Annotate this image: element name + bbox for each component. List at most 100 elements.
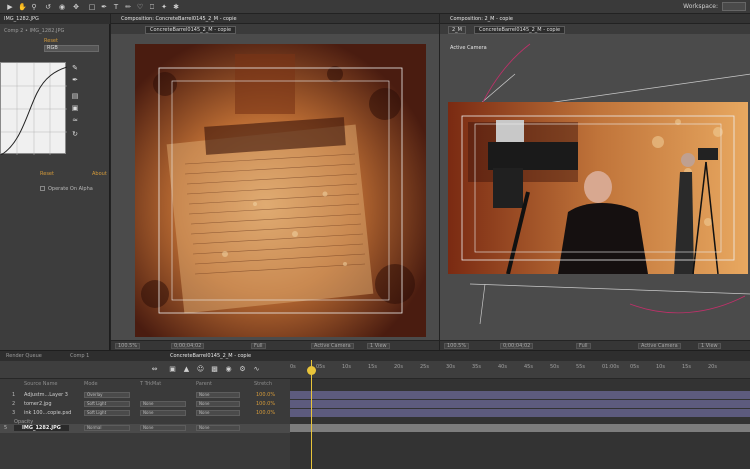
frame-blending-icon[interactable]: ▩ [210, 365, 219, 374]
operate-on-alpha-row[interactable]: Operate On Alpha [40, 186, 93, 192]
save-icon[interactable]: ▣ [70, 104, 80, 113]
pan-behind-icon[interactable]: ✥ [72, 3, 80, 11]
resolution-dropdown[interactable]: Full [251, 343, 266, 349]
layer-row[interactable]: 1 Adjustm...Layer 3 Overlay None 100.0% [0, 391, 290, 400]
ruler-tick: 50s [550, 364, 559, 370]
effect-controls-tab[interactable]: IMG_1282.JPG [4, 16, 39, 22]
layer-name[interactable]: tomer2.jpg [24, 401, 52, 407]
column-source-name[interactable]: Source Name [24, 381, 58, 387]
pen-icon[interactable]: ✒ [100, 3, 108, 11]
column-trkmat[interactable]: T TrkMat [140, 381, 161, 387]
workspace-dropdown[interactable] [722, 2, 746, 11]
zoom-icon[interactable]: ⚲ [30, 3, 38, 11]
current-time-handle[interactable] [307, 366, 316, 375]
column-stretch[interactable]: Stretch [254, 381, 272, 387]
operate-on-alpha-checkbox[interactable] [40, 186, 45, 191]
3d-view-dropdown[interactable]: Active Camera [311, 343, 354, 349]
layer-trkmat-dropdown[interactable]: None [140, 401, 186, 407]
ruler-tick: 20s [708, 364, 717, 370]
layer-name[interactable]: ink 100...copie.psd [24, 410, 71, 416]
motion-blur-icon[interactable]: ◉ [224, 365, 233, 374]
layer-row[interactable]: 3 ink 100...copie.psd Soft Light None No… [0, 409, 290, 418]
layer-trkmat-dropdown[interactable]: None [140, 425, 186, 431]
layer-mode-dropdown[interactable]: Overlay [84, 392, 130, 398]
layer-trkmat-dropdown[interactable]: None [140, 410, 186, 416]
text-icon[interactable]: T [112, 3, 120, 11]
layer-duration-bar[interactable] [290, 409, 750, 417]
brainstorm-icon[interactable]: ⚙ [238, 365, 247, 374]
viewer-right-statusbar: 100.5% 0;00;04;02 Full Active Camera 1 V… [440, 340, 750, 350]
current-time-indicator[interactable] [311, 360, 312, 469]
viewer-left-statusbar: 100.5% 0;00;04;02 Full Active Camera 1 V… [111, 340, 439, 350]
roto-icon[interactable]: ✦ [160, 3, 168, 11]
timeline-tab[interactable]: Comp 1 [70, 353, 89, 359]
bezier-icon[interactable]: ✎ [70, 64, 80, 73]
layer-mode-dropdown[interactable]: Soft Light [84, 401, 130, 407]
comp-breadcrumb-short[interactable]: 2_M [448, 26, 466, 34]
layer-parent-dropdown[interactable]: None [196, 410, 240, 416]
layer-duration-bar[interactable] [290, 391, 750, 399]
smooth-icon[interactable]: ≈ [70, 116, 80, 125]
ruler-tick: 35s [472, 364, 481, 370]
zoom-dropdown[interactable]: 100.5% [444, 343, 470, 349]
layer-mode-dropdown[interactable]: Soft Light [84, 410, 130, 416]
layer-parent-dropdown[interactable]: None [196, 392, 240, 398]
selection-icon[interactable]: ▶ [6, 3, 14, 11]
eraser-icon[interactable]: ⎕ [148, 3, 156, 11]
viewer-right-tab[interactable]: Composition: 2_M - copie [450, 16, 513, 22]
graph-editor-icon[interactable]: ∿ [252, 365, 261, 374]
pencil-icon[interactable]: ✒ [70, 76, 80, 85]
channel-dropdown[interactable]: RGB [44, 45, 99, 52]
layer-parent-dropdown[interactable]: None [196, 425, 240, 431]
layer-number: 1 [12, 392, 16, 398]
viewer-right-breadcrumbs: 2_M ConcreteBarrel0145_2_M - copie [440, 24, 750, 34]
camera-orbit-icon[interactable]: ◉ [58, 3, 66, 11]
curves-about-link[interactable]: About [92, 171, 107, 177]
timeline-ruler[interactable]: 0s 05s 10s 15s 20s 25s 30s 35s 40s 45s 5… [290, 361, 750, 379]
reset-curve-icon[interactable]: ↻ [70, 130, 80, 139]
live-update-icon[interactable]: ▣ [168, 365, 177, 374]
timecode-display[interactable]: 0;00;04;02 [171, 343, 205, 349]
rectangle-icon[interactable]: □ [88, 3, 96, 11]
comp-breadcrumb[interactable]: ConcreteBarrel0145_2_M - copie [474, 26, 566, 34]
layer-stretch-value[interactable]: 100.0% [256, 410, 275, 416]
layer-name[interactable]: IMG_1282.JPG [14, 425, 69, 431]
effect-controls-panel: IMG_1282.JPG Comp 2 • IMG_1282.JPG Reset… [0, 14, 110, 350]
curves-graph[interactable] [0, 62, 68, 156]
layer-name[interactable]: Adjustm...Layer 3 [24, 392, 68, 398]
effect-reset-link[interactable]: Reset [44, 38, 58, 44]
layer-parent-dropdown[interactable]: None [196, 401, 240, 407]
open-folder-icon[interactable]: ▤ [70, 92, 80, 101]
layer-row[interactable]: 2 tomer2.jpg Soft Light None None 100.0% [0, 400, 290, 409]
rotate-icon[interactable]: ↺ [44, 3, 52, 11]
zoom-dropdown[interactable]: 100.5% [115, 343, 141, 349]
column-parent[interactable]: Parent [196, 381, 212, 387]
puppet-icon[interactable]: ✱ [172, 3, 180, 11]
timeline-tab-active[interactable]: ConcreteBarrel0145_2_M - copie [170, 353, 251, 359]
composition-canvas[interactable] [448, 102, 748, 274]
clone-icon[interactable]: ♡ [136, 3, 144, 11]
brush-icon[interactable]: ✏ [124, 3, 132, 11]
draft-3d-icon[interactable]: ▲ [182, 365, 191, 374]
viewer-left-tab[interactable]: Composition: ConcreteBarrel0145_2_M - co… [121, 16, 237, 22]
timeline-tab[interactable]: Render Queue [6, 353, 42, 359]
3d-view-dropdown[interactable]: Active Camera [638, 343, 681, 349]
resolution-dropdown[interactable]: Full [576, 343, 591, 349]
hand-icon[interactable]: ✋ [18, 3, 27, 11]
view-layout-dropdown[interactable]: 1 View [698, 343, 721, 349]
timecode-display[interactable]: 0;00;04;02 [500, 343, 534, 349]
comp-breadcrumb[interactable]: ConcreteBarrel0145_2_M - copie [145, 26, 237, 34]
layer-stretch-value[interactable]: 100.0% [256, 401, 275, 407]
layer-row-selected[interactable]: 5 IMG_1282.JPG Normal None None [0, 424, 290, 433]
layer-stretch-value[interactable]: 100.0% [256, 392, 275, 398]
curves-reset-link[interactable]: Reset [40, 171, 54, 177]
ruler-tick: 40s [498, 364, 507, 370]
view-layout-dropdown[interactable]: 1 View [367, 343, 390, 349]
comp-mini-flowchart-icon[interactable]: ⇔ [150, 365, 159, 374]
layer-duration-bar[interactable] [290, 400, 750, 408]
composition-canvas[interactable] [135, 44, 426, 337]
layer-mode-dropdown[interactable]: Normal [84, 425, 130, 431]
layer-duration-bar-selected[interactable] [290, 424, 750, 432]
column-mode[interactable]: Mode [84, 381, 98, 387]
hide-shy-icon[interactable]: ☺ [196, 365, 205, 374]
